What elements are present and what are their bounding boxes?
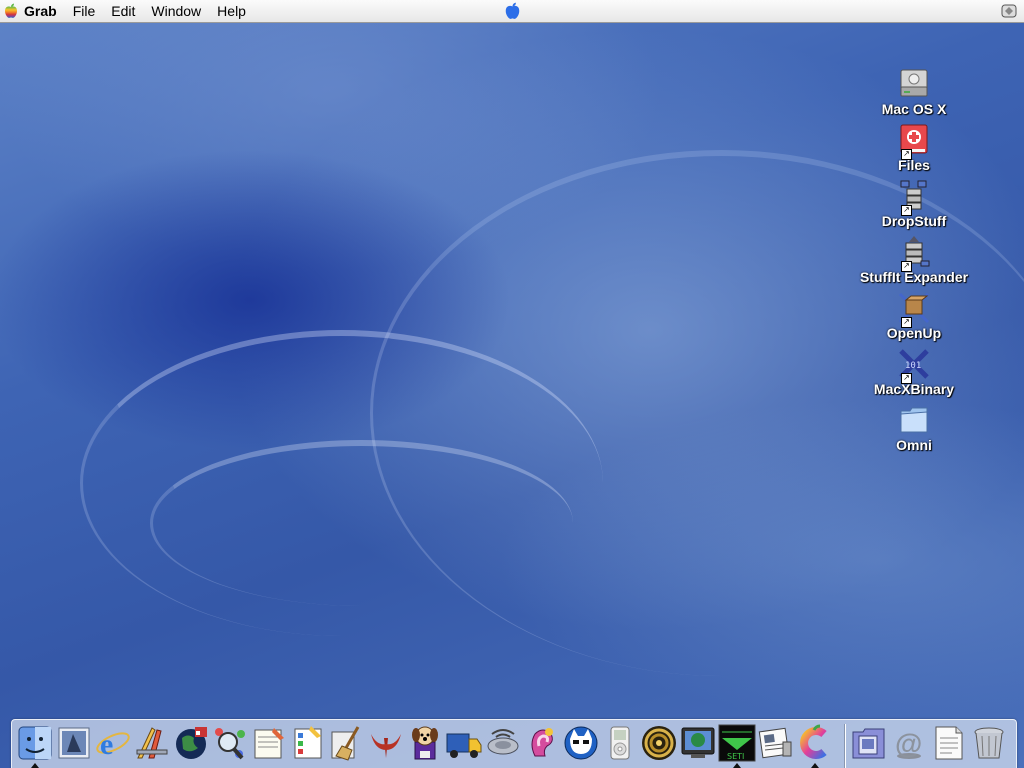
seti-label: SETI [727, 752, 744, 761]
apple-logo-icon[interactable] [504, 2, 521, 20]
menu-app-name[interactable]: Grab [22, 0, 65, 22]
alias-arrow-icon: ↗ [901, 261, 912, 272]
notepad-icon [254, 728, 284, 759]
dock-item-pencil-ruler[interactable] [133, 724, 171, 764]
dock-item-broom[interactable] [328, 724, 366, 764]
dock-item-newspaper[interactable] [757, 724, 795, 764]
alias-arrow-icon: ↗ [901, 149, 912, 160]
ear-icon [531, 728, 553, 757]
dock-item-seti[interactable]: SETI [718, 724, 756, 768]
dock-item-at-sign[interactable]: @ [890, 724, 928, 764]
dock-item-quake[interactable] [367, 724, 405, 764]
mail-icon [58, 727, 90, 759]
at-sign-icon: @ [895, 728, 922, 759]
desktop-icon-openup[interactable]: ↗ OpenUp [849, 291, 979, 341]
dock-item-monitor-globe[interactable] [679, 724, 717, 764]
satellite-dish-icon [487, 729, 519, 755]
ipod-icon [610, 726, 630, 760]
desktop-icon-dropstuff[interactable]: ↗ DropStuff [849, 179, 979, 229]
color-c-icon [800, 724, 827, 759]
svg-text:@: @ [895, 728, 922, 759]
menu-edit[interactable]: Edit [103, 0, 143, 22]
dock-item-spiral[interactable] [640, 724, 678, 764]
desktop-icon-label: Omni [896, 437, 932, 453]
dock-item-globe[interactable] [172, 724, 210, 764]
dock-item-truck[interactable] [445, 724, 483, 764]
dock-item-trash[interactable] [970, 724, 1008, 764]
documents-icon [852, 728, 885, 759]
monitor-globe-icon [681, 727, 715, 758]
application-menu-icon[interactable] [1000, 3, 1018, 19]
menu-help[interactable]: Help [209, 0, 254, 22]
finder-icon [18, 726, 52, 760]
running-indicator [31, 763, 39, 768]
folder-icon [900, 407, 928, 433]
broom-icon [331, 726, 360, 761]
dock-item-magnifier[interactable] [211, 724, 249, 764]
desktop-icon-macxbinary[interactable]: 101 ↗ MacXBinary [849, 347, 979, 397]
wallpaper-swoosh [150, 440, 573, 606]
spiral-icon [642, 726, 676, 760]
dock-item-color-c[interactable] [796, 724, 834, 768]
dock-divider [844, 724, 846, 768]
dog-disk-icon [412, 726, 438, 760]
apple-menu-icon[interactable] [4, 3, 18, 19]
desktop-icon-label: Mac OS X [881, 101, 947, 117]
menu-bar: Grab File Edit Window Help [0, 0, 1024, 23]
menu-file[interactable]: File [65, 0, 104, 22]
dock-item-internet-explorer[interactable]: e [94, 724, 132, 764]
dock-item-satellite-dish[interactable] [484, 724, 522, 764]
dock: e SETI @ [11, 719, 1017, 768]
desktop-icon-label: StuffIt Expander [859, 269, 969, 285]
hard-drive-icon [900, 69, 928, 97]
globe-icon [176, 727, 207, 759]
trash-icon [974, 727, 1004, 759]
checklist-icon [294, 726, 322, 759]
napster-icon [564, 726, 598, 760]
desktop-icon-mac-os-x[interactable]: Mac OS X [849, 67, 979, 117]
dock-item-ipod[interactable] [601, 724, 639, 764]
dock-item-dog-disk[interactable] [406, 724, 444, 764]
desktop-icon-label: OpenUp [886, 325, 942, 341]
seti-icon: SETI [718, 724, 756, 762]
desktop-icon-label: DropStuff [881, 213, 947, 229]
internet-explorer-icon: e [96, 728, 130, 761]
quake-icon [371, 734, 401, 758]
dock-item-ear[interactable] [523, 724, 561, 764]
dock-item-mail[interactable] [55, 724, 93, 764]
alias-arrow-icon: ↗ [901, 317, 912, 328]
dock-item-finder[interactable] [16, 724, 54, 768]
pencil-ruler-icon [136, 727, 168, 759]
desktop-icon-omni[interactable]: Omni [849, 403, 979, 453]
svg-text:101: 101 [905, 361, 921, 371]
desktop-icon-files[interactable]: ↗ Files [849, 123, 979, 173]
truck-icon [446, 733, 482, 758]
dock-item-napster[interactable] [562, 724, 600, 764]
alias-arrow-icon: ↗ [901, 205, 912, 216]
dock-item-text-document[interactable] [930, 724, 968, 764]
running-indicator [811, 763, 819, 768]
dock-item-documents[interactable] [850, 724, 888, 764]
desktop-icon-label: MacXBinary [873, 381, 955, 397]
dock-item-notepad[interactable] [250, 724, 288, 764]
running-indicator [733, 763, 741, 768]
newspaper-icon [758, 727, 792, 759]
magnifier-molecule-icon [215, 728, 245, 760]
dock-item-checklist[interactable] [289, 724, 327, 764]
text-document-icon [935, 726, 963, 760]
alias-arrow-icon: ↗ [901, 373, 912, 384]
desktop-icon-stuffit-expander[interactable]: ↗ StuffIt Expander [849, 235, 979, 285]
svg-text:e: e [100, 728, 113, 761]
menu-window[interactable]: Window [143, 0, 209, 22]
